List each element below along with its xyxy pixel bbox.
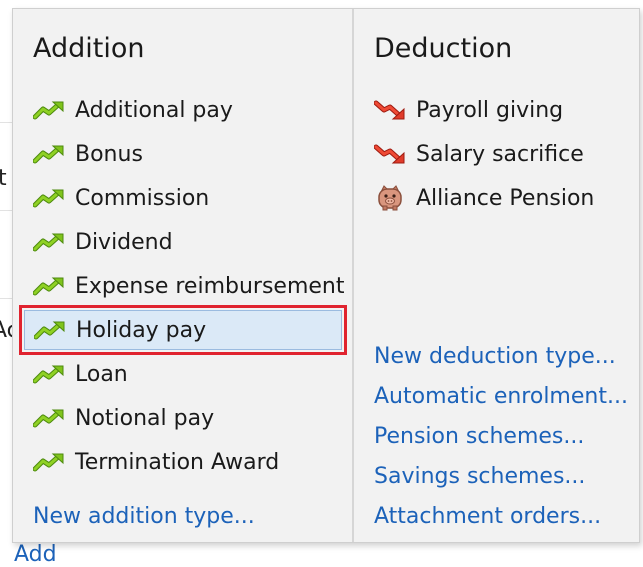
menu-item-bonus[interactable]: Bonus	[24, 134, 342, 174]
red-down-arrow-icon	[374, 142, 406, 166]
addition-title: Addition	[33, 33, 145, 64]
background-divider	[0, 210, 12, 211]
green-up-arrow-icon	[33, 450, 65, 474]
menu-item-additional-pay[interactable]: Additional pay	[24, 90, 342, 130]
menu-item-notional-pay[interactable]: Notional pay	[24, 398, 342, 438]
savings-schemes-link[interactable]: Savings schemes...	[374, 464, 585, 489]
green-up-arrow-icon	[33, 142, 65, 166]
green-up-arrow-icon	[33, 362, 65, 386]
menu-item-label: Expense reimbursement	[75, 273, 345, 299]
menu-item-label: Commission	[75, 185, 210, 211]
pension-schemes-link[interactable]: Pension schemes...	[374, 424, 584, 449]
attachment-orders-link[interactable]: Attachment orders...	[374, 504, 601, 529]
menu-item-label: Additional pay	[75, 97, 233, 123]
green-up-arrow-icon	[33, 186, 65, 210]
green-up-arrow-icon	[33, 230, 65, 254]
menu-item-salary-sacrifice[interactable]: Salary sacrifice	[365, 134, 633, 174]
menu-item-termination-award[interactable]: Termination Award	[24, 442, 342, 482]
new-deduction-type-link[interactable]: New deduction type...	[374, 344, 616, 369]
green-up-arrow-icon	[33, 98, 65, 122]
background-text-fragment: t	[0, 166, 7, 191]
red-down-arrow-icon	[374, 98, 406, 122]
menu-item-dividend[interactable]: Dividend	[24, 222, 342, 262]
menu-item-label: Loan	[75, 361, 128, 387]
new-addition-type-link[interactable]: New addition type...	[33, 504, 255, 529]
menu-item-payroll-giving[interactable]: Payroll giving	[365, 90, 633, 130]
menu-item-expense-reimbursement[interactable]: Expense reimbursement	[24, 266, 345, 306]
green-up-arrow-icon	[33, 406, 65, 430]
menu-item-label: Payroll giving	[416, 97, 564, 123]
background-divider	[0, 122, 12, 123]
menu-item-label: Salary sacrifice	[416, 141, 584, 167]
deduction-title: Deduction	[374, 33, 513, 64]
menu-item-label: Dividend	[75, 229, 173, 255]
menu-item-label: Notional pay	[75, 405, 215, 431]
background-divider	[0, 298, 12, 299]
background-link-fragment: Add	[14, 542, 57, 567]
menu-item-commission[interactable]: Commission	[24, 178, 342, 218]
menu-item-label: Holiday pay	[76, 317, 207, 343]
menu-item-label: Bonus	[75, 141, 143, 167]
green-up-arrow-icon	[34, 318, 66, 342]
automatic-enrolment-link[interactable]: Automatic enrolment...	[374, 384, 628, 409]
piggy-bank-icon	[374, 185, 406, 211]
pay-element-menu: Addition Additional pay Bonus Commission…	[12, 8, 640, 543]
menu-item-label: Termination Award	[75, 449, 280, 475]
menu-item-alliance-pension[interactable]: Alliance Pension	[365, 178, 633, 218]
menu-item-loan[interactable]: Loan	[24, 354, 342, 394]
green-up-arrow-icon	[33, 274, 65, 298]
menu-item-holiday-pay[interactable]: Holiday pay	[19, 305, 347, 355]
menu-item-label: Alliance Pension	[416, 185, 595, 211]
column-divider	[352, 9, 354, 542]
